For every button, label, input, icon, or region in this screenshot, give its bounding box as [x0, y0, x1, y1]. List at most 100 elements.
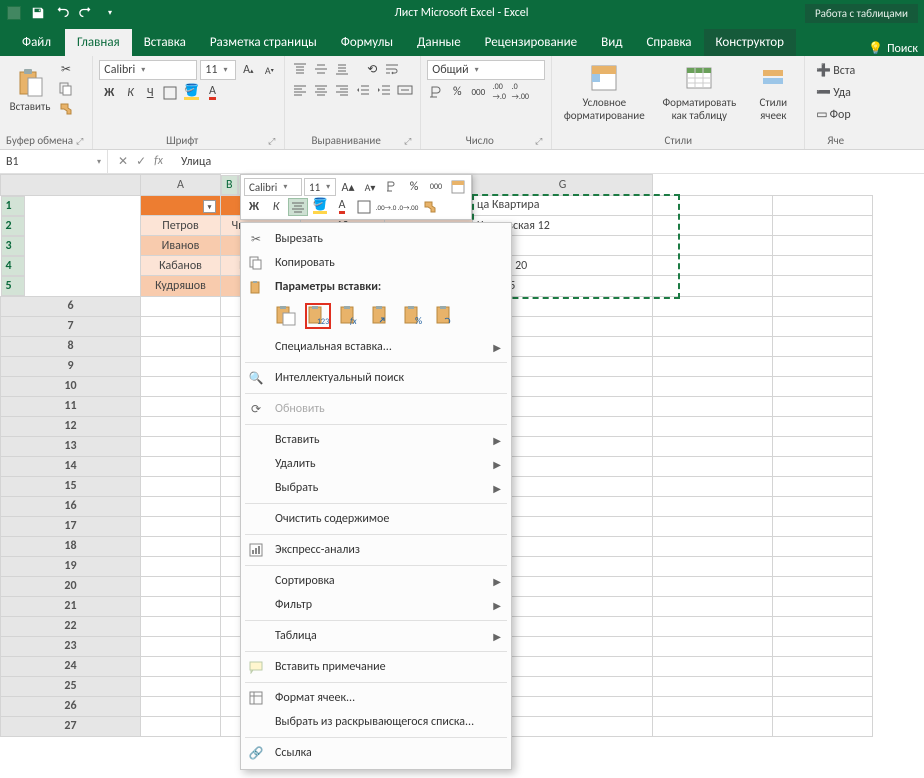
row-header[interactable]: 3: [1, 236, 25, 256]
ctx-sort[interactable]: Сортировка▶: [241, 569, 511, 593]
row-header[interactable]: 13: [1, 436, 141, 456]
decrease-decimal-icon[interactable]: .0→.00: [511, 83, 529, 101]
row-header[interactable]: 21: [1, 596, 141, 616]
paste-transpose-icon[interactable]: [369, 303, 395, 329]
font-launcher-icon[interactable]: ⤢: [265, 136, 278, 147]
cell[interactable]: [773, 576, 873, 596]
cell[interactable]: [773, 616, 873, 636]
cell[interactable]: [773, 536, 873, 556]
row-header[interactable]: 12: [1, 416, 141, 436]
name-box[interactable]: B1▾: [0, 150, 108, 173]
row-header[interactable]: 10: [1, 376, 141, 396]
cell[interactable]: ца Квартира: [473, 195, 653, 216]
filter-icon[interactable]: ▾: [203, 200, 216, 213]
mini-percent-icon[interactable]: %: [404, 178, 424, 196]
mini-bold-button[interactable]: Ж: [244, 198, 264, 216]
ctx-table[interactable]: Таблица▶: [241, 624, 511, 648]
ctx-quick-analysis[interactable]: Экспресс-анализ: [241, 538, 511, 562]
tab-file[interactable]: Файл: [8, 29, 65, 56]
row-header[interactable]: 5: [1, 276, 25, 296]
cell[interactable]: [653, 536, 773, 556]
cut-icon[interactable]: ✂: [57, 60, 75, 78]
tab-home[interactable]: Главная: [65, 29, 132, 56]
fx-icon[interactable]: fx: [154, 154, 163, 169]
format-painter-icon[interactable]: [57, 100, 75, 118]
ctx-delete[interactable]: Удалить▶: [241, 452, 511, 476]
cell[interactable]: [773, 456, 873, 476]
row-header[interactable]: 26: [1, 696, 141, 716]
cell[interactable]: [653, 576, 773, 596]
cell[interactable]: [653, 236, 773, 256]
row-header[interactable]: 18: [1, 536, 141, 556]
enter-icon[interactable]: ✓: [136, 154, 146, 169]
cell[interactable]: [141, 396, 221, 416]
cell[interactable]: [141, 416, 221, 436]
cell[interactable]: [653, 356, 773, 376]
cell[interactable]: [141, 296, 221, 316]
cell[interactable]: [773, 236, 873, 256]
cell[interactable]: [773, 356, 873, 376]
cell[interactable]: Иванов: [141, 236, 221, 256]
cell[interactable]: [653, 256, 773, 276]
ctx-link[interactable]: 🔗Ссылка: [241, 741, 511, 765]
cell[interactable]: [653, 436, 773, 456]
tab-layout[interactable]: Разметка страницы: [198, 29, 329, 56]
tab-review[interactable]: Рецензирование: [473, 29, 589, 56]
orientation-icon[interactable]: ⟲: [363, 60, 381, 78]
align-middle-icon[interactable]: [312, 60, 330, 78]
row-header[interactable]: 15: [1, 476, 141, 496]
cell[interactable]: [653, 596, 773, 616]
mini-decrease-decimal-icon[interactable]: .0→.00: [398, 198, 418, 216]
cell[interactable]: [773, 436, 873, 456]
cell[interactable]: [773, 316, 873, 336]
copy-icon[interactable]: [57, 80, 75, 98]
cell[interactable]: [141, 376, 221, 396]
cell[interactable]: [653, 276, 773, 297]
cell[interactable]: [773, 296, 873, 316]
row-header[interactable]: 14: [1, 456, 141, 476]
cell[interactable]: [141, 476, 221, 496]
cell[interactable]: [653, 516, 773, 536]
cell[interactable]: [773, 216, 873, 236]
align-left-icon[interactable]: [291, 81, 309, 99]
row-header[interactable]: 1: [1, 196, 25, 216]
cell[interactable]: [773, 476, 873, 496]
increase-indent-icon[interactable]: [375, 81, 393, 99]
align-top-icon[interactable]: [291, 60, 309, 78]
row-header[interactable]: 25: [1, 676, 141, 696]
align-right-icon[interactable]: [333, 81, 351, 99]
cell[interactable]: Петров: [141, 216, 221, 236]
paste-button[interactable]: Вставить: [6, 64, 54, 115]
cell[interactable]: [653, 336, 773, 356]
cell[interactable]: [773, 396, 873, 416]
ctx-filter[interactable]: Фильтр▶: [241, 593, 511, 617]
cell[interactable]: [773, 636, 873, 656]
cell[interactable]: [141, 556, 221, 576]
font-size[interactable]: 11▾: [200, 60, 236, 80]
conditional-formatting[interactable]: Условное форматирование: [558, 60, 650, 124]
percent-icon[interactable]: %: [448, 83, 466, 101]
mini-border-icon[interactable]: [354, 198, 374, 216]
mini-comma-icon[interactable]: 000: [426, 178, 446, 196]
cell[interactable]: [141, 596, 221, 616]
ctx-paste-options[interactable]: Параметры вставки:: [241, 275, 511, 299]
cell[interactable]: [773, 656, 873, 676]
tell-me[interactable]: 💡 Поиск: [868, 41, 924, 56]
row-header[interactable]: 27: [1, 716, 141, 736]
border-icon[interactable]: [161, 84, 179, 102]
cell[interactable]: [141, 676, 221, 696]
wrap-text-icon[interactable]: [384, 60, 402, 78]
redo-icon[interactable]: [78, 5, 94, 21]
row-header[interactable]: 20: [1, 576, 141, 596]
cell[interactable]: [141, 516, 221, 536]
cell[interactable]: [773, 516, 873, 536]
cell[interactable]: [653, 636, 773, 656]
cell[interactable]: [773, 676, 873, 696]
cell[interactable]: Кабанов: [141, 256, 221, 276]
font-color-icon[interactable]: A: [203, 84, 221, 102]
cell[interactable]: [773, 416, 873, 436]
cell[interactable]: ▾: [141, 195, 221, 216]
ctx-format-cells[interactable]: Формат ячеек...: [241, 686, 511, 710]
cell[interactable]: [653, 476, 773, 496]
save-icon[interactable]: [30, 5, 46, 21]
